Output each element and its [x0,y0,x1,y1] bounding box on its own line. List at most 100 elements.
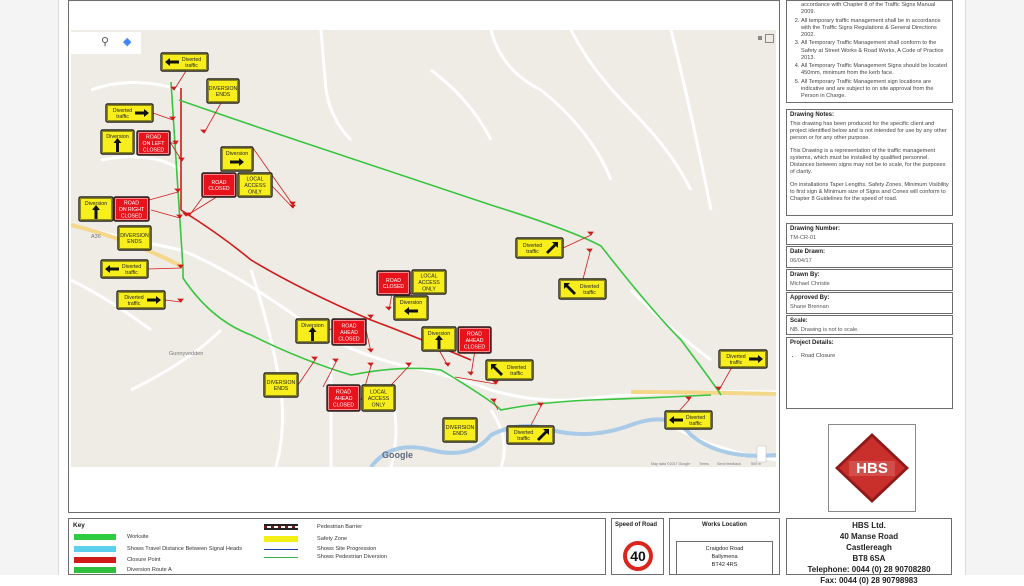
map-search-box[interactable]: ⚲ ◆ [71,32,141,54]
svg-text:CLOSED: CLOSED [464,344,486,350]
company-name: HBS Ltd. [852,521,886,530]
traffic-note-3: All Temporary Traffic Management shall c… [801,40,948,62]
safety-zone-swatch [264,536,298,542]
traffic-note-4: All Temporary Traffic Management Signs s… [801,63,948,78]
svg-text:LOCAL: LOCAL [246,177,263,183]
zoom-control[interactable] [756,445,767,463]
search-icon[interactable]: ⚲ [101,35,109,48]
site-progression-swatch [264,549,298,550]
svg-text:CLOSED: CLOSED [208,186,230,192]
sign-diversion-ends-3: DIVERSIONENDS [263,372,299,398]
closure-point-swatch [74,557,116,563]
project-details-value: Road Closure [801,353,952,360]
drawing-notes-title: Drawing Notes: [790,112,835,118]
sign-road-on-left-closed: ROADON LEFTCLOSED [136,130,171,156]
location-icon[interactable]: ◆ [123,35,131,48]
svg-text:ROAD: ROAD [146,135,161,141]
map-menu-icon[interactable] [758,36,762,40]
svg-text:HBS: HBS [856,460,888,477]
svg-text:CLOSED: CLOSED [338,336,360,342]
drawing-notes-panel: Drawing Notes: This drawing has been pro… [786,109,953,216]
svg-text:CLOSED: CLOSED [383,284,405,290]
sign-road-ahead-closed-3: ROADAHEADCLOSED [326,384,361,412]
svg-text:CLOSED: CLOSED [143,147,165,153]
svg-text:ACCESS: ACCESS [368,396,390,402]
svg-text:traffic: traffic [583,290,596,296]
svg-text:ONLY: ONLY [248,189,262,195]
svg-text:Diversion: Diversion [226,151,248,157]
svg-text:ROAD: ROAD [386,278,401,284]
svg-text:traffic: traffic [517,436,530,442]
svg-text:traffic: traffic [185,63,198,69]
map-canvas[interactable]: ⚲ ◆ Diverted traffic Diverted traffic Di… [71,30,776,467]
approved-by-value: Shane Brennan [790,303,829,310]
pedestrian-barrier-swatch [264,524,298,530]
svg-text:traffic: traffic [125,270,138,276]
works-location-label: Works Location [702,522,747,528]
svg-text:traffic: traffic [526,249,539,255]
sign-diversion-ends-1: DIVERSIONENDS [206,78,240,104]
map-data-attribution: Map data ©2017 Google [651,462,690,466]
key-item-safety-zone: Safety Zone [317,536,348,542]
scale-value: NB. Drawing is not to scale. [790,326,859,333]
sign-diversion-ends-4: DIVERSIONENDS [442,417,478,443]
date-drawn-box: Date Drawn: 06/04/17 [786,246,953,268]
sign-diversion-1: Diversion [100,129,135,155]
sign-diverted-traffic-10: Divertedtraffic [506,425,555,445]
drawn-by-box: Drawn By: Michael Christie [786,269,953,291]
map-scale-bar: 500 m [751,462,761,466]
key-item-diversion-route: Diversion Route A [127,567,172,573]
drawing-number-box: Drawing Number: TM-CR-01 [786,223,953,245]
sign-local-access-only-1: LOCALACCESSONLY [237,172,273,198]
sign-diverted-traffic-9: Divertedtraffic [664,410,713,430]
drawn-by-value: Michael Christie [790,280,830,287]
project-details-label: Project Details: [790,340,834,346]
svg-text:ROAD: ROAD [342,324,357,330]
sign-diverted-traffic-5: Divertedtraffic [515,237,564,259]
sign-diversion-5: Diversion [220,146,254,172]
drawing-note-3: On installations Taper Lengths, Safety Z… [790,181,949,203]
sign-diversion-6: Diversion [393,295,429,321]
svg-text:ENDS: ENDS [453,431,468,437]
key-item-site-progression: Shows Site Progression [317,546,377,552]
speed-limit-sign: 40 [623,541,653,571]
sign-diverted-traffic-1: Divertedtraffic [160,52,209,72]
sign-diverted-traffic-7: Divertedtraffic [485,359,534,381]
sign-local-access-only-3: LOCALACCESSONLY [361,384,396,412]
drawing-note-1: This drawing has been produced for the s… [790,120,947,142]
sign-diversion-ends-2: DIVERSIONENDS [117,225,152,251]
key-item-closure-point: Closure Point [127,557,161,563]
key-item-pedestrian-barrier: Pedestrian Barrier [317,524,363,530]
sign-road-ahead-closed-2: ROADAHEADCLOSED [457,326,492,354]
svg-text:ONLY: ONLY [422,286,436,292]
road-label: A36 [91,234,101,240]
approved-by-label: Approved By: [790,295,830,301]
project-details-box: Project Details: Road Closure [786,337,953,409]
svg-text:LOCAL: LOCAL [420,274,437,280]
fullscreen-icon[interactable] [765,34,774,43]
svg-text:ENDS: ENDS [216,92,231,98]
svg-text:ENDS: ENDS [127,239,142,245]
key-panel: Key Worksite Shows Travel Distance Betwe… [68,518,606,575]
sign-diverted-traffic-3: Divertedtraffic [100,259,149,279]
sign-diverted-traffic-4: Divertedtraffic [116,290,166,310]
svg-text:AHEAD: AHEAD [340,330,358,336]
svg-text:AHEAD: AHEAD [466,338,484,344]
svg-text:ON RIGHT: ON RIGHT [119,207,145,213]
sign-diversion-3: Diversion [295,318,330,344]
sign-diverted-traffic-6: Divertedtraffic [558,278,607,300]
svg-text:ROAD: ROAD [124,201,139,207]
sign-diversion-2: Diversion [78,196,114,222]
google-logo: Google [382,450,413,460]
svg-text:DIVERSION: DIVERSION [267,380,296,386]
company-address-line1: 40 Manse Road [839,532,899,541]
terms-link[interactable]: Terms [699,462,709,466]
pedestrian-diversion-swatch [264,557,298,558]
send-feedback-link[interactable]: Send feedback [717,462,741,466]
svg-text:AHEAD: AHEAD [335,396,353,402]
sign-diversion-4: Diversion [421,326,457,352]
company-address-line2: Castlereagh [846,543,892,552]
sign-road-closed-1: ROADCLOSED [201,172,237,198]
svg-text:CLOSED: CLOSED [333,402,355,408]
svg-text:ACCESS: ACCESS [244,183,266,189]
